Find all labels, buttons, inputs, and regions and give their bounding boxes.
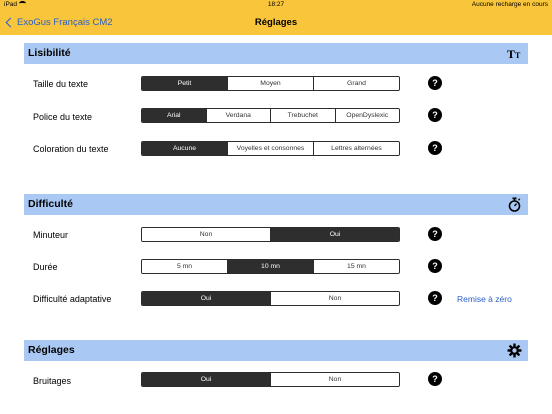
- segment-trebuchet[interactable]: Trebuchet: [270, 109, 335, 122]
- segment-5mn[interactable]: 5 mn: [142, 260, 227, 273]
- segmented-control-adaptative: Oui Non: [141, 291, 400, 306]
- segment-arial[interactable]: Arial: [142, 109, 206, 122]
- section-title: Réglages: [28, 344, 75, 356]
- segmented-control-minuteur: Non Oui: [141, 227, 400, 242]
- help-button-adaptative[interactable]: ?: [428, 291, 442, 305]
- row-label-minuteur: Minuteur: [33, 230, 69, 240]
- reset-link[interactable]: Remise à zéro: [457, 294, 512, 304]
- segmented-control-bruitages: Oui Non: [141, 372, 400, 387]
- svg-text:T: T: [507, 47, 515, 61]
- status-bar: iPad 18:27 Aucune recharge en cours: [0, 0, 552, 10]
- segment-non[interactable]: Non: [142, 228, 270, 241]
- segmented-control-taille: Petit Moyen Grand: [141, 76, 400, 91]
- segmented-control-duree: 5 mn 10 mn 15 mn: [141, 259, 400, 274]
- section-title: Difficulté: [28, 198, 73, 210]
- section-header-difficulte: Difficulté: [24, 194, 528, 215]
- row-label-police: Police du texte: [33, 112, 93, 122]
- segment-oui[interactable]: Oui: [142, 292, 270, 305]
- status-time: 18:27: [267, 1, 285, 8]
- gear-icon: [507, 343, 522, 358]
- row-label-duree: Durée: [33, 262, 58, 272]
- segmented-control-coloration: Aucune Voyelles et consonnes Lettres alt…: [141, 141, 400, 156]
- segment-oui[interactable]: Oui: [142, 373, 270, 386]
- segment-non[interactable]: Non: [270, 373, 399, 386]
- segment-lettres-alternees[interactable]: Lettres alternées: [313, 142, 399, 155]
- help-button-bruitages[interactable]: ?: [428, 372, 442, 386]
- section-title: Lisibilité: [28, 47, 71, 59]
- segment-oui[interactable]: Oui: [270, 228, 399, 241]
- help-button-duree[interactable]: ?: [428, 259, 442, 273]
- row-label-coloration: Coloration du texte: [33, 144, 109, 154]
- segment-voyelles-consonnes[interactable]: Voyelles et consonnes: [227, 142, 313, 155]
- help-button-coloration[interactable]: ?: [428, 141, 442, 155]
- section-header-lisibilite: Lisibilité T T: [24, 43, 528, 64]
- segment-petit[interactable]: Petit: [142, 77, 227, 90]
- row-label-taille: Taille du texte: [33, 79, 89, 89]
- help-button-taille[interactable]: ?: [428, 76, 442, 90]
- segment-moyen[interactable]: Moyen: [227, 77, 313, 90]
- charging-status: Aucune recharge en cours: [471, 1, 548, 8]
- row-label-bruitages: Bruitages: [33, 376, 72, 386]
- svg-text:T: T: [515, 51, 521, 60]
- text-size-icon: T T: [507, 47, 521, 61]
- navigation-bar: ExoGus Français CM2 Réglages: [0, 10, 552, 35]
- segment-non[interactable]: Non: [270, 292, 399, 305]
- stopwatch-icon: [508, 197, 521, 212]
- help-button-police[interactable]: ?: [428, 108, 442, 122]
- row-label-adaptative: Difficulté adaptative: [33, 294, 112, 304]
- page-title: Réglages: [254, 17, 298, 28]
- section-header-reglages: Réglages: [24, 340, 528, 361]
- segment-opendyslexic[interactable]: OpenDyslexic: [334, 109, 399, 122]
- segmented-control-police: Arial Verdana Trebuchet OpenDyslexic: [141, 108, 400, 123]
- segment-15mn[interactable]: 15 mn: [313, 260, 399, 273]
- segment-grand[interactable]: Grand: [313, 77, 399, 90]
- help-button-minuteur[interactable]: ?: [428, 227, 442, 241]
- segment-10mn[interactable]: 10 mn: [227, 260, 313, 273]
- segment-aucune[interactable]: Aucune: [142, 142, 227, 155]
- segment-verdana[interactable]: Verdana: [205, 109, 270, 122]
